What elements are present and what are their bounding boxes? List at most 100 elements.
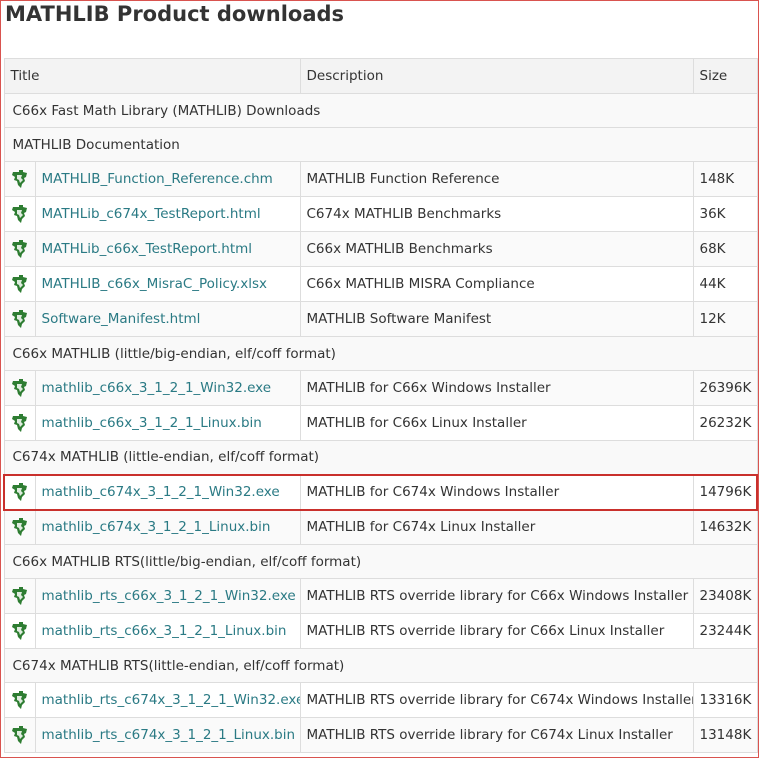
file-description: MATHLIB RTS override library for C674x W… bbox=[299, 682, 694, 718]
section-label: C66x Fast Math Library (MATHLIB) Downloa… bbox=[3, 93, 758, 128]
file-name-cell: mathlib_c66x_3_1_2_1_Linux.bin bbox=[34, 405, 301, 441]
ti-download-icon bbox=[10, 725, 30, 745]
download-row: mathlib_rts_c674x_3_1_2_1_Win32.exe MATHL… bbox=[3, 682, 758, 718]
file-download-link[interactable]: mathlib_rts_c674x_3_1_2_1_Win32.exe bbox=[42, 692, 300, 708]
file-name-cell: mathlib_rts_c66x_3_1_2_1_Linux.bin bbox=[34, 613, 301, 649]
section-label: C674x MATHLIB (little-endian, elf/coff f… bbox=[3, 440, 758, 475]
ti-download-icon bbox=[10, 239, 30, 259]
file-description: MATHLIB RTS override library for C66x Li… bbox=[299, 613, 694, 649]
icon-cell bbox=[3, 405, 36, 441]
section-row: C66x MATHLIB RTS(little/big-endian, elf/… bbox=[3, 544, 758, 579]
download-row: mathlib_rts_c66x_3_1_2_1_Win32.exe MATHLI… bbox=[3, 578, 758, 614]
file-name-cell: MATHLIB_c66x_MisraC_Policy.xlsx bbox=[34, 266, 301, 302]
file-size: 148K bbox=[692, 161, 758, 197]
file-download-link[interactable]: mathlib_rts_c674x_3_1_2_1_Linux.bin bbox=[42, 727, 296, 743]
file-download-link[interactable]: MATHLib_c674x_TestReport.html bbox=[42, 206, 261, 222]
ti-download-icon bbox=[10, 621, 30, 641]
file-name-cell: mathlib_c674x_3_1_2_1_Linux.bin bbox=[34, 509, 301, 545]
file-download-link[interactable]: mathlib_rts_c66x_3_1_2_1_Linux.bin bbox=[42, 623, 287, 639]
file-description: MATHLIB RTS override library for C66x Wi… bbox=[299, 578, 694, 614]
section-label: MATHLIB Documentation bbox=[3, 127, 758, 162]
file-size: 36K bbox=[692, 196, 758, 232]
file-description: MATHLIB RTS override library for C674x L… bbox=[299, 717, 694, 753]
icon-cell bbox=[3, 161, 36, 197]
file-download-link[interactable]: MATHLIB_c66x_MisraC_Policy.xlsx bbox=[42, 276, 267, 292]
ti-download-icon bbox=[10, 309, 30, 329]
file-name-cell: mathlib_c66x_3_1_2_1_Win32.exe bbox=[34, 370, 301, 406]
file-name-cell: mathlib_rts_c674x_3_1_2_1_Win32.exe bbox=[34, 682, 301, 718]
file-download-link[interactable]: mathlib_c674x_3_1_2_1_Linux.bin bbox=[42, 519, 271, 535]
file-download-link[interactable]: mathlib_c66x_3_1_2_1_Linux.bin bbox=[42, 415, 262, 431]
section-row: C674x MATHLIB (little-endian, elf/coff f… bbox=[3, 440, 758, 475]
ti-download-icon bbox=[10, 274, 30, 294]
ti-download-icon bbox=[10, 690, 30, 710]
header-title: Title bbox=[3, 58, 301, 94]
icon-cell bbox=[3, 509, 36, 545]
icon-cell bbox=[3, 473, 36, 511]
file-download-link[interactable]: mathlib_c674x_3_1_2_1_Win32.exe bbox=[42, 484, 280, 500]
file-size: 44K bbox=[692, 266, 758, 302]
file-description: C66x MATHLIB Benchmarks bbox=[299, 231, 694, 267]
icon-cell bbox=[3, 301, 36, 337]
download-row: MATHLIB_c66x_MisraC_Policy.xlsx C66x MATH… bbox=[3, 266, 758, 302]
file-name-cell: MATHLib_c674x_TestReport.html bbox=[34, 196, 301, 232]
download-row: mathlib_c674x_3_1_2_1_Linux.bin MATHLIB f… bbox=[3, 509, 758, 545]
icon-cell bbox=[3, 717, 36, 753]
file-size: 23244K bbox=[692, 613, 758, 649]
file-description: MATHLIB for C674x Linux Installer bbox=[299, 509, 694, 545]
file-download-link[interactable]: mathlib_c66x_3_1_2_1_Win32.exe bbox=[42, 380, 272, 396]
icon-cell bbox=[3, 196, 36, 232]
section-label: C66x MATHLIB RTS(little/big-endian, elf/… bbox=[3, 544, 758, 579]
file-name-cell: Software_Manifest.html bbox=[34, 301, 301, 337]
download-row: mathlib_c66x_3_1_2_1_Win32.exe MATHLIB fo… bbox=[3, 370, 758, 406]
file-download-link[interactable]: Software_Manifest.html bbox=[42, 311, 201, 327]
icon-cell bbox=[3, 613, 36, 649]
icon-cell bbox=[3, 370, 36, 406]
file-size: 26232K bbox=[692, 405, 758, 441]
section-label: C674x MATHLIB RTS(little-endian, elf/cof… bbox=[3, 648, 758, 683]
downloads-table: Title Description Size C66x Fast Math Li… bbox=[3, 58, 758, 753]
page-title: MATHLIB Product downloads bbox=[5, 2, 345, 26]
file-name-cell: MATHLib_c66x_TestReport.html bbox=[34, 231, 301, 267]
ti-download-icon bbox=[10, 517, 30, 537]
file-name-cell: mathlib_rts_c674x_3_1_2_1_Linux.bin bbox=[34, 717, 301, 753]
ti-download-icon bbox=[10, 378, 30, 398]
section-row: MATHLIB Documentation bbox=[3, 127, 758, 162]
download-row: mathlib_rts_c674x_3_1_2_1_Linux.bin MATHL… bbox=[3, 717, 758, 753]
file-name-cell: MATHLIB_Function_Reference.chm bbox=[34, 161, 301, 197]
header-description: Description bbox=[299, 58, 694, 94]
section-row: C674x MATHLIB RTS(little-endian, elf/cof… bbox=[3, 648, 758, 683]
table-body: C66x Fast Math Library (MATHLIB) Downloa… bbox=[3, 93, 758, 753]
icon-cell bbox=[3, 231, 36, 267]
file-description: MATHLIB Software Manifest bbox=[299, 301, 694, 337]
file-download-link[interactable]: mathlib_rts_c66x_3_1_2_1_Win32.exe bbox=[42, 588, 296, 604]
file-download-link[interactable]: MATHLib_c66x_TestReport.html bbox=[42, 241, 253, 257]
download-row: Software_Manifest.html MATHLIB Software M… bbox=[3, 301, 758, 337]
file-size: 14632K bbox=[692, 509, 758, 545]
ti-download-icon bbox=[10, 586, 30, 606]
file-name-cell: mathlib_rts_c66x_3_1_2_1_Win32.exe bbox=[34, 578, 301, 614]
file-size: 13148K bbox=[692, 717, 758, 753]
download-row: MATHLIB_Function_Reference.chm MATHLIB Fu… bbox=[3, 161, 758, 197]
download-row: MATHLib_c674x_TestReport.html C674x MATHL… bbox=[3, 196, 758, 232]
section-label: C66x MATHLIB (little/big-endian, elf/cof… bbox=[3, 336, 758, 371]
ti-download-icon bbox=[10, 482, 30, 502]
file-description: MATHLIB for C66x Windows Installer bbox=[299, 370, 694, 406]
icon-cell bbox=[3, 578, 36, 614]
file-size: 26396K bbox=[692, 370, 758, 406]
icon-cell bbox=[3, 266, 36, 302]
file-size: 14796K bbox=[692, 473, 758, 511]
file-size: 12K bbox=[692, 301, 758, 337]
ti-download-icon bbox=[10, 169, 30, 189]
download-row: MATHLib_c66x_TestReport.html C66x MATHLIB… bbox=[3, 231, 758, 267]
file-description: C66x MATHLIB MISRA Compliance bbox=[299, 266, 694, 302]
header-size: Size bbox=[692, 58, 758, 94]
file-size: 23408K bbox=[692, 578, 758, 614]
section-row: C66x Fast Math Library (MATHLIB) Downloa… bbox=[3, 93, 758, 128]
section-row: C66x MATHLIB (little/big-endian, elf/cof… bbox=[3, 336, 758, 371]
file-description: MATHLIB for C66x Linux Installer bbox=[299, 405, 694, 441]
file-download-link[interactable]: MATHLIB_Function_Reference.chm bbox=[42, 171, 273, 187]
table-header-row: Title Description Size bbox=[3, 58, 758, 94]
file-description: MATHLIB Function Reference bbox=[299, 161, 694, 197]
file-size: 13316K bbox=[692, 682, 758, 718]
